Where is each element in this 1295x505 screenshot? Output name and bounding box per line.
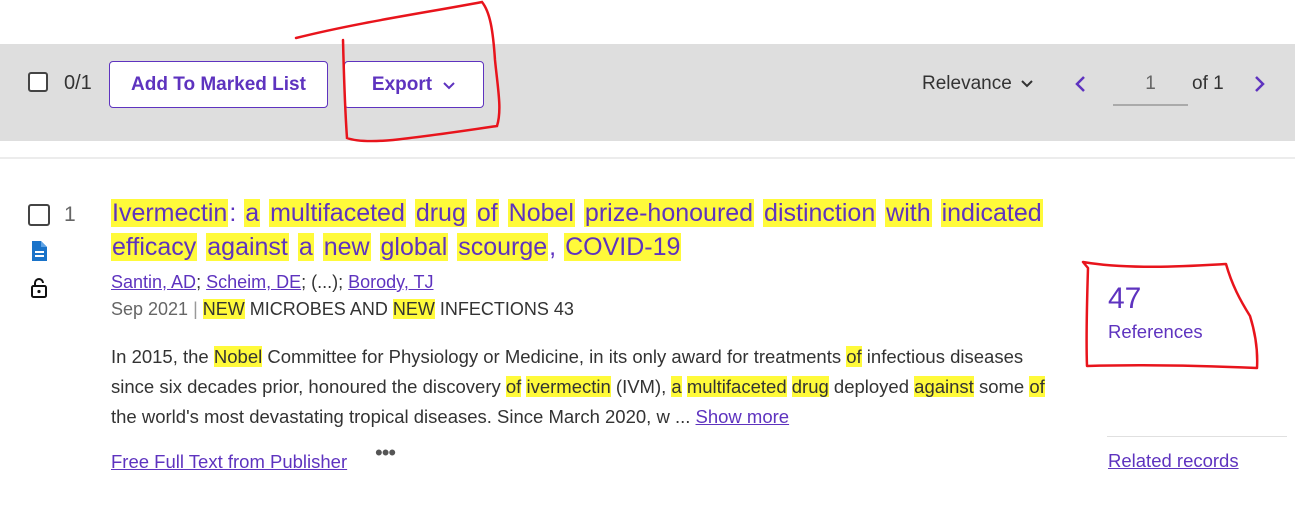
abstract-highlight: Nobel	[213, 346, 263, 367]
previous-page-icon[interactable]	[1072, 73, 1090, 95]
abstract-highlight: ivermectin	[526, 376, 611, 397]
title-highlight: efficacy	[111, 233, 198, 261]
record-number: 1	[64, 203, 76, 226]
chevron-down-icon	[1021, 80, 1033, 88]
title-highlight: a	[244, 199, 261, 227]
title-highlight: with	[885, 199, 932, 227]
references-count[interactable]: 47	[1108, 282, 1141, 316]
document-icon[interactable]	[30, 240, 48, 262]
abstract-highlight: of	[1029, 376, 1045, 397]
abstract-text: deployed	[828, 376, 915, 397]
title-highlight: indicated	[940, 199, 1043, 227]
sidebar-divider	[1107, 436, 1287, 437]
related-records-link[interactable]: Related records	[1108, 450, 1239, 472]
abstract-text: In 2015, the Nobel Committee for Physiol…	[111, 346, 1045, 427]
title-text: ,	[549, 233, 564, 261]
toolbar-divider	[0, 157, 1295, 159]
journal-text: INFECTIONS	[434, 299, 549, 319]
record-authors: Santin, AD; Scheim, DE; (...); Borody, T…	[111, 272, 434, 292]
title-highlight: of	[475, 199, 499, 227]
title-highlight: scourge	[457, 233, 549, 261]
title-text	[371, 233, 380, 261]
title-text	[314, 233, 323, 261]
abstract-text: some	[973, 376, 1030, 397]
title-highlight: distinction	[763, 199, 877, 227]
author-link[interactable]: Scheim, DE	[206, 272, 301, 292]
more-actions-icon[interactable]: •••	[375, 440, 396, 466]
export-label: Export	[371, 73, 433, 95]
references-label[interactable]: References	[1108, 321, 1203, 343]
title-highlight: multifaceted	[269, 199, 406, 227]
title-highlight: global	[379, 233, 449, 261]
title-highlight: prize-honoured	[583, 199, 755, 227]
record-checkbox[interactable]	[28, 204, 50, 226]
publication-info: Sep 2021 | NEW MICROBES AND NEW INFECTIO…	[111, 299, 574, 319]
page-total: of 1	[1192, 73, 1224, 94]
page-number-input[interactable]: 1	[1113, 70, 1188, 106]
author-link[interactable]: Borody, TJ	[348, 272, 433, 292]
title-text	[499, 199, 508, 227]
show-more-link[interactable]: Show more	[696, 406, 790, 427]
title-highlight: against	[206, 233, 289, 261]
selected-count: 0/1	[64, 72, 92, 94]
open-lock-icon	[31, 278, 47, 298]
select-all-checkbox[interactable]	[28, 72, 48, 92]
title-text	[754, 199, 763, 227]
title-highlight: Nobel	[507, 199, 575, 227]
title-text	[289, 233, 298, 261]
abstract-highlight: drug	[791, 376, 829, 397]
record-abstract: In 2015, the Nobel Committee for Physiol…	[111, 342, 1051, 432]
title-text	[876, 199, 885, 227]
title-text: :	[229, 199, 244, 227]
author-link[interactable]: Santin, AD	[111, 272, 196, 292]
title-text	[1043, 199, 1045, 227]
title-text	[406, 199, 415, 227]
journal-highlight: NEW	[202, 299, 245, 319]
abstract-text: (IVM),	[610, 376, 672, 397]
journal-volume: 43	[553, 299, 574, 319]
title-highlight: Ivermectin	[111, 199, 229, 227]
chevron-down-icon	[443, 81, 455, 89]
title-text	[448, 233, 457, 261]
title-text	[575, 199, 584, 227]
abstract-text: the world's most devastating tropical di…	[111, 406, 696, 427]
title-text	[197, 233, 206, 261]
authors-ellipsis[interactable]: (...)	[311, 272, 338, 292]
title-text	[467, 199, 476, 227]
abstract-highlight: of	[846, 346, 862, 367]
sort-dropdown[interactable]: Relevance	[922, 73, 1034, 95]
next-page-icon[interactable]	[1250, 73, 1268, 95]
title-highlight: COVID-19	[564, 233, 682, 261]
title-highlight: new	[322, 233, 371, 261]
publication-date: Sep 2021	[111, 299, 189, 319]
abstract-highlight: against	[914, 376, 974, 397]
abstract-text: Committee for Physiology or Medicine, in…	[262, 346, 847, 367]
abstract-highlight: a	[671, 376, 682, 397]
export-button[interactable]: Export	[344, 61, 484, 108]
title-highlight: a	[297, 233, 314, 261]
title-text	[932, 199, 941, 227]
add-to-marked-list-label: Add To Marked List	[131, 73, 306, 95]
title-highlight: drug	[414, 199, 467, 227]
free-full-text-link[interactable]: Free Full Text from Publisher	[111, 451, 347, 473]
title-text	[260, 199, 269, 227]
journal-text: MICROBES AND	[244, 299, 393, 319]
sort-label: Relevance	[922, 73, 1012, 94]
abstract-highlight: multifaceted	[686, 376, 787, 397]
abstract-text	[787, 376, 792, 397]
journal-highlight: NEW	[392, 299, 435, 319]
abstract-highlight: of	[505, 376, 522, 397]
add-to-marked-list-button[interactable]: Add To Marked List	[109, 61, 328, 108]
record-title-link[interactable]: Ivermectin: a multifaceted drug of Nobel…	[111, 196, 1071, 264]
journal-name: NEW MICROBES AND NEW INFECTIONS	[202, 299, 549, 319]
abstract-text: In 2015, the	[111, 346, 214, 367]
